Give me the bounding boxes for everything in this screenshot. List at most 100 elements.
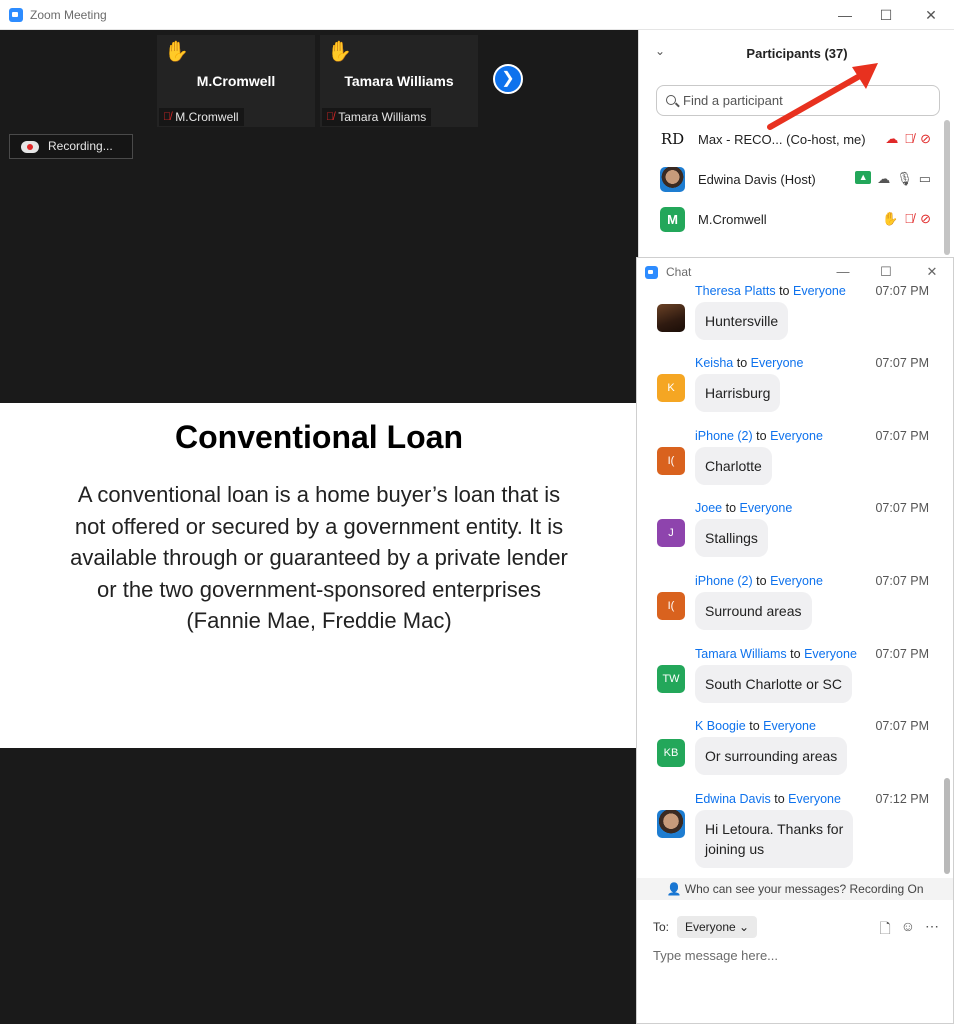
message-bubble: Stallings	[695, 519, 768, 557]
participants-scrollbar[interactable]	[944, 120, 950, 255]
chevron-down-icon: ⌄	[739, 920, 750, 934]
video-off-icon: ⊘	[920, 211, 931, 226]
avatar	[657, 810, 685, 838]
message-header: iPhone (2) to Everyone	[695, 429, 823, 443]
message-header: K Boogie to Everyone	[695, 719, 816, 733]
avatar	[657, 304, 685, 332]
recipient-name[interactable]: Everyone	[763, 719, 816, 733]
avatar: K	[657, 374, 685, 402]
cloud-record-icon: ☁	[877, 171, 891, 186]
person-icon: 👤	[666, 882, 682, 896]
slide-body: A conventional loan is a home buyer’s lo…	[70, 482, 568, 633]
avatar: I(	[657, 447, 685, 475]
message-header: Keisha to Everyone	[695, 356, 803, 370]
to-word: to	[774, 792, 785, 806]
recipient-name[interactable]: Everyone	[770, 429, 823, 443]
close-button[interactable]: ✕	[918, 4, 944, 26]
message-bubble: South Charlotte or SC	[695, 665, 852, 703]
tile-nametag: 🎙̸ Tamara Williams	[322, 108, 432, 126]
message-time: 07:12 PM	[875, 792, 929, 806]
message-time: 07:07 PM	[875, 647, 929, 661]
avatar: J	[657, 519, 685, 547]
mic-muted-icon: 🎙̸	[326, 111, 335, 123]
to-word: to	[756, 574, 767, 588]
sender-name[interactable]: Edwina Davis	[695, 792, 771, 806]
to-word: to	[779, 284, 790, 298]
recipient-name[interactable]: Everyone	[804, 647, 857, 661]
tile-display-name: Tamara Williams	[344, 73, 454, 89]
chat-scrollbar[interactable]	[944, 778, 950, 874]
sender-name[interactable]: Theresa Platts	[695, 284, 776, 298]
sender-name[interactable]: K Boogie	[695, 719, 746, 733]
emoji-icon[interactable]: ☺	[901, 918, 915, 942]
participant-row[interactable]: M M.Cromwell ✋ 🎙̸ ⊘	[639, 200, 939, 240]
recipient-name[interactable]: Everyone	[740, 501, 793, 515]
mic-muted-icon: 🎙̸	[163, 111, 172, 123]
raised-hand-icon: ✋	[164, 41, 189, 63]
avatar: M	[660, 207, 685, 232]
video-icon: ▭	[918, 171, 931, 186]
chat-tools: 🗋 ☺ ⋯	[879, 918, 939, 942]
window-titlebar: Zoom Meeting — ☐ ✕	[0, 0, 954, 30]
to-label: To:	[653, 920, 670, 934]
message-header: iPhone (2) to Everyone	[695, 574, 823, 588]
zoom-logo-icon	[9, 8, 23, 22]
message-time: 07:07 PM	[875, 574, 929, 588]
participant-status-icons: ✋ 🎙̸ ⊘	[882, 211, 931, 227]
file-icon[interactable]: 🗋	[879, 918, 890, 942]
tile-display-name: M.Cromwell	[196, 73, 276, 89]
video-tile[interactable]: ✋ M.Cromwell 🎙̸ M.Cromwell	[157, 35, 315, 127]
video-tile[interactable]: ✋ Tamara Williams 🎙̸ Tamara Williams	[320, 35, 478, 127]
tile-nametag: 🎙̸ M.Cromwell	[159, 108, 244, 126]
recipient-name[interactable]: Everyone	[770, 574, 823, 588]
recipient-name[interactable]: Everyone	[793, 284, 846, 298]
minimize-button[interactable]: —	[832, 4, 858, 26]
sender-name[interactable]: iPhone (2)	[695, 574, 753, 588]
sender-name[interactable]: Keisha	[695, 356, 733, 370]
recipient-value: Everyone	[685, 920, 736, 934]
to-word: to	[749, 719, 760, 733]
close-button[interactable]: ✕	[920, 261, 944, 283]
recipient-select[interactable]: Everyone ⌄	[677, 916, 758, 938]
slide-title: Conventional Loan	[175, 419, 463, 455]
message-header: Tamara Williams to Everyone	[695, 647, 857, 661]
window-title: Zoom Meeting	[30, 8, 107, 22]
message-time: 07:07 PM	[875, 284, 929, 298]
message-time: 07:07 PM	[875, 501, 929, 515]
chat-message-input[interactable]: Type message here...	[653, 948, 933, 963]
message-time: 07:07 PM	[875, 429, 929, 443]
maximize-button[interactable]: ☐	[873, 4, 899, 26]
to-word: to	[756, 429, 767, 443]
sender-name[interactable]: iPhone (2)	[695, 429, 753, 443]
more-icon[interactable]: ⋯	[925, 918, 939, 942]
message-bubble: Huntersville	[695, 302, 789, 340]
avatar: RD	[660, 127, 685, 152]
maximize-button[interactable]: ☐	[874, 261, 898, 283]
mic-muted-icon: 🎙̸	[904, 131, 915, 146]
raised-hand-icon: ✋	[327, 41, 352, 63]
chevron-right-icon: ❯	[501, 70, 515, 87]
to-word: to	[790, 647, 801, 661]
share-screen-icon: ▲	[855, 171, 872, 184]
message-header: Edwina Davis to Everyone	[695, 792, 841, 806]
visibility-text: Who can see your messages? Recording On	[684, 882, 924, 896]
message-visibility-note[interactable]: 👤 Who can see your messages? Recording O…	[637, 878, 953, 900]
participant-status-icons: ▲ ☁ 🎙 ▭	[855, 171, 931, 187]
meeting-area: ✋ M.Cromwell 🎙̸ M.Cromwell ✋ Tamara Will…	[0, 30, 638, 1024]
participant-row[interactable]: Edwina Davis (Host) ▲ ☁ 🎙 ▭	[639, 160, 939, 200]
mic-icon: 🎙	[896, 171, 913, 186]
sender-name[interactable]: Tamara Williams	[695, 647, 787, 661]
mic-muted-icon: 🎙̸	[904, 211, 915, 226]
message-bubble: Charlotte	[695, 447, 772, 485]
minimize-button[interactable]: —	[831, 261, 855, 283]
next-page-button[interactable]: ❯	[493, 64, 523, 94]
search-icon	[666, 95, 676, 105]
recording-indicator[interactable]: Recording...	[9, 134, 133, 159]
chat-window: Chat — ☐ ✕ Theresa Platts to Everyone 07…	[636, 257, 954, 1024]
sender-name[interactable]: Joee	[695, 501, 722, 515]
recipient-name[interactable]: Everyone	[788, 792, 841, 806]
recipient-name[interactable]: Everyone	[751, 356, 804, 370]
annotation-arrow	[767, 63, 878, 130]
participant-name: M.Cromwell	[698, 212, 767, 227]
message-header: Theresa Platts to Everyone	[695, 284, 846, 298]
